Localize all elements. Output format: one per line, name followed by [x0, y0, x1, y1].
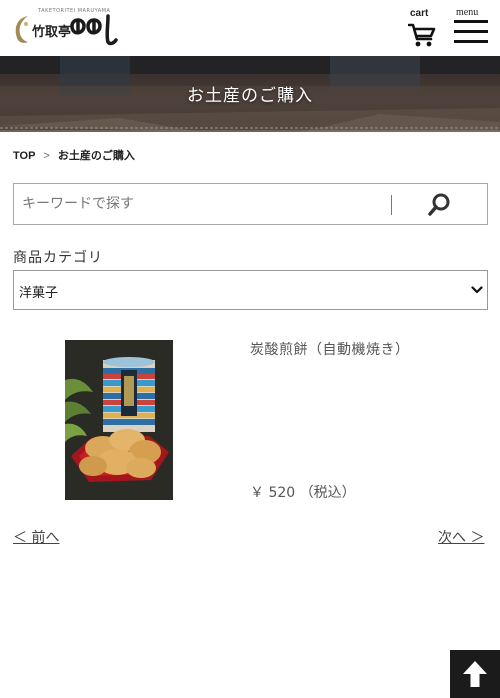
product-photo — [65, 340, 173, 500]
logo-kanji: 竹取亭 — [32, 25, 72, 40]
cart-icon — [408, 23, 436, 47]
breadcrumb-separator: > — [43, 150, 50, 162]
cart-label: cart — [410, 8, 429, 19]
cart-button[interactable]: cart — [406, 8, 438, 50]
product-name[interactable]: 炭酸煎餅（自動機焼き） — [250, 339, 410, 359]
breadcrumb: TOP > お土産のご購入 — [13, 147, 135, 163]
search-icon[interactable] — [424, 192, 454, 218]
page-top-button[interactable] — [450, 650, 500, 698]
site-header: TAKETORITEI MARUYAMA 竹取亭 cart menu — [0, 0, 500, 56]
breadcrumb-current: お土産のご購入 — [57, 150, 135, 162]
category-selected-value: 洋菓子 — [19, 286, 59, 301]
search-divider — [391, 195, 392, 215]
next-page-link[interactable]: 次へ ＞ — [438, 527, 484, 547]
product-image[interactable] — [65, 340, 173, 500]
search-box — [13, 183, 488, 225]
page-title: お土産のご購入 — [187, 86, 313, 106]
category-label: 商品カテゴリ — [13, 250, 103, 266]
page-banner: お土産のご購入 — [0, 56, 500, 132]
arrow-up-icon — [463, 661, 487, 687]
logo-crescent-mark — [15, 16, 28, 43]
product-price: ￥ 520 （税込） — [250, 485, 356, 501]
prev-page-link[interactable]: ＜ 前へ — [13, 527, 59, 547]
site-logo[interactable]: TAKETORITEI MARUYAMA 竹取亭 — [12, 8, 118, 48]
breadcrumb-top-link[interactable]: TOP — [13, 150, 35, 162]
menu-label: menu — [456, 7, 479, 18]
search-input[interactable] — [22, 193, 382, 215]
chevron-down-icon — [471, 286, 483, 294]
category-select[interactable]: 洋菓子 — [13, 270, 488, 310]
logo-brand-mark — [70, 14, 118, 46]
menu-button[interactable]: menu — [452, 7, 490, 47]
